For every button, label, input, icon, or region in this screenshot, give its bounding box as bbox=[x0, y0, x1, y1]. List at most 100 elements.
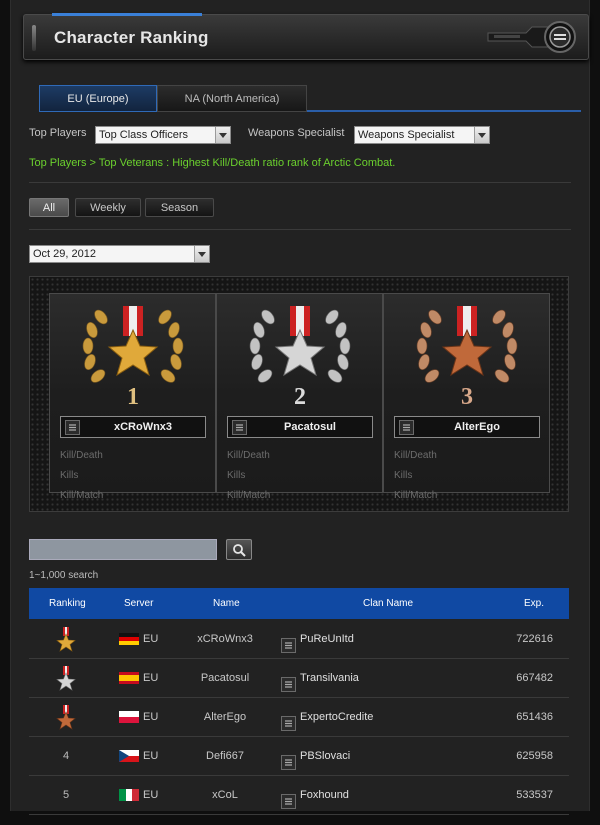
poland-flag-icon bbox=[119, 711, 139, 723]
clan-mark-icon bbox=[232, 420, 247, 435]
rank-cell bbox=[29, 698, 103, 736]
stat-label: Kills bbox=[394, 470, 413, 481]
stat-label: Kill/Match bbox=[227, 490, 271, 501]
exp-cell: 667482 bbox=[516, 672, 553, 684]
chevron-down-icon[interactable] bbox=[215, 127, 230, 143]
ranking-table-header: Ranking Server Name Clan Name Exp. bbox=[29, 588, 569, 619]
server-cell: EU bbox=[143, 672, 159, 684]
header-name: Name bbox=[213, 598, 240, 609]
table-row[interactable]: EU Pacatosul Transilvania 667482 bbox=[29, 659, 569, 698]
search-button[interactable] bbox=[226, 539, 252, 560]
silver-medal-icon: 2 bbox=[249, 306, 351, 410]
player-name-cell[interactable]: Pacatosul bbox=[179, 659, 271, 697]
period-all-button[interactable]: All bbox=[29, 198, 69, 217]
chevron-down-icon[interactable] bbox=[194, 246, 209, 262]
clan-mark-icon bbox=[281, 709, 296, 731]
podium-name-box[interactable]: AlterEgo bbox=[394, 416, 540, 438]
date-select[interactable]: Oct 29, 2012 bbox=[29, 245, 210, 263]
exp-cell: 625958 bbox=[516, 750, 553, 762]
search-hint: 1~1,000 search bbox=[29, 570, 99, 581]
podium-name-box[interactable]: Pacatosul bbox=[227, 416, 373, 438]
bronze-rank-medal-icon bbox=[56, 705, 76, 730]
stat-label: Kill/Match bbox=[60, 490, 104, 501]
bronze-medal-icon: 3 bbox=[416, 306, 518, 410]
svg-text:3: 3 bbox=[461, 384, 473, 410]
server-cell: EU bbox=[143, 789, 159, 801]
top-players-select[interactable]: Top Class Officers bbox=[95, 126, 231, 144]
clan-name-cell[interactable]: Transilvania bbox=[300, 659, 359, 697]
period-season-button[interactable]: Season bbox=[145, 198, 214, 217]
podium-card-third: 3 AlterEgo Kill/Death Kills Kill/Match bbox=[383, 293, 550, 501]
clan-name-cell[interactable]: Foxhound bbox=[300, 776, 349, 814]
player-name-cell[interactable]: AlterEgo bbox=[179, 698, 271, 736]
weapons-specialist-label: Weapons Specialist bbox=[248, 127, 345, 139]
top-players-select-value: Top Class Officers bbox=[99, 129, 189, 141]
silver-rank-medal-icon bbox=[56, 666, 76, 691]
ranking-page: Character Ranking EU (Europe) NA (North … bbox=[10, 0, 590, 815]
top-three-podium: 1 xCRoWnx3 Kill/Death Kills Kill/Match 2… bbox=[29, 276, 569, 512]
stat-label: Kills bbox=[60, 470, 79, 481]
weapons-specialist-select[interactable]: Weapons Specialist bbox=[354, 126, 490, 144]
stat-label: Kill/Death bbox=[60, 450, 103, 461]
header-accent-bar bbox=[52, 13, 202, 16]
clan-name-cell[interactable]: PuReUnItd bbox=[300, 620, 354, 658]
table-row[interactable]: 5 EU xCoL Foxhound 533537 bbox=[29, 776, 569, 815]
weapons-select-value: Weapons Specialist bbox=[358, 129, 455, 141]
gold-rank-medal-icon bbox=[56, 627, 76, 652]
svg-text:2: 2 bbox=[294, 384, 306, 410]
breadcrumb: Top Players > Top Veterans : Highest Kil… bbox=[29, 157, 396, 169]
clan-mark-icon bbox=[281, 748, 296, 770]
podium-name-box[interactable]: xCRoWnx3 bbox=[60, 416, 206, 438]
rank-cell: 5 bbox=[62, 789, 70, 801]
server-cell: EU bbox=[143, 711, 159, 723]
clan-name-cell[interactable]: ExpertoCredite bbox=[300, 698, 373, 736]
page-title: Character Ranking bbox=[54, 28, 209, 47]
spain-flag-icon bbox=[119, 672, 139, 684]
search-icon bbox=[233, 543, 246, 557]
header-server: Server bbox=[124, 598, 154, 609]
podium-player-name: xCRoWnx3 bbox=[113, 421, 173, 433]
page-header: Character Ranking bbox=[23, 13, 589, 60]
date-select-value: Oct 29, 2012 bbox=[33, 248, 96, 260]
table-row[interactable]: EU AlterEgo ExpertoCredite 651436 bbox=[29, 698, 569, 737]
clan-mark-icon bbox=[399, 420, 414, 435]
table-row[interactable]: 4 EU Defi667 PBSlovaci 625958 bbox=[29, 737, 569, 776]
stat-label: Kills bbox=[227, 470, 246, 481]
clan-mark-icon bbox=[281, 670, 296, 692]
table-row[interactable]: EU xCRoWnx3 PuReUnItd 722616 bbox=[29, 620, 569, 659]
podium-card-second: 2 Pacatosul Kill/Death Kills Kill/Match bbox=[216, 293, 383, 501]
divider bbox=[29, 182, 571, 183]
player-name-cell[interactable]: xCoL bbox=[179, 776, 271, 814]
clan-mark-icon bbox=[281, 787, 296, 809]
header-clan-name: Clan Name bbox=[363, 598, 414, 609]
header-left-ornament bbox=[32, 25, 36, 51]
header-emblem-icon bbox=[487, 21, 576, 53]
player-name-cell[interactable]: xCRoWnx3 bbox=[179, 620, 271, 658]
podium-player-name: Pacatosul bbox=[284, 421, 336, 433]
top-players-label: Top Players bbox=[29, 127, 87, 139]
svg-text:1: 1 bbox=[127, 384, 139, 410]
period-weekly-button[interactable]: Weekly bbox=[75, 198, 141, 217]
gold-medal-icon: 1 bbox=[82, 306, 184, 410]
rank-cell: 4 bbox=[62, 750, 70, 762]
stat-label: Kill/Match bbox=[394, 490, 438, 501]
exp-cell: 722616 bbox=[516, 633, 553, 645]
exp-cell: 651436 bbox=[516, 711, 553, 723]
rank-cell bbox=[29, 659, 103, 697]
germany-flag-icon bbox=[119, 633, 139, 645]
search-input[interactable] bbox=[29, 539, 217, 560]
exp-cell: 533537 bbox=[516, 789, 553, 801]
tab-eu[interactable]: EU (Europe) bbox=[39, 85, 157, 112]
divider bbox=[29, 229, 571, 230]
podium-player-name: AlterEgo bbox=[454, 421, 500, 433]
czech-flag-icon bbox=[119, 750, 139, 762]
stat-label: Kill/Death bbox=[394, 450, 437, 461]
player-name-cell[interactable]: Defi667 bbox=[179, 737, 271, 775]
tab-na[interactable]: NA (North America) bbox=[157, 85, 307, 112]
italy-flag-icon bbox=[119, 789, 139, 801]
clan-name-cell[interactable]: PBSlovaci bbox=[300, 737, 350, 775]
stat-label: Kill/Death bbox=[227, 450, 270, 461]
chevron-down-icon[interactable] bbox=[474, 127, 489, 143]
region-tabs: EU (Europe) NA (North America) bbox=[39, 85, 581, 112]
header-ranking: Ranking bbox=[49, 598, 86, 609]
